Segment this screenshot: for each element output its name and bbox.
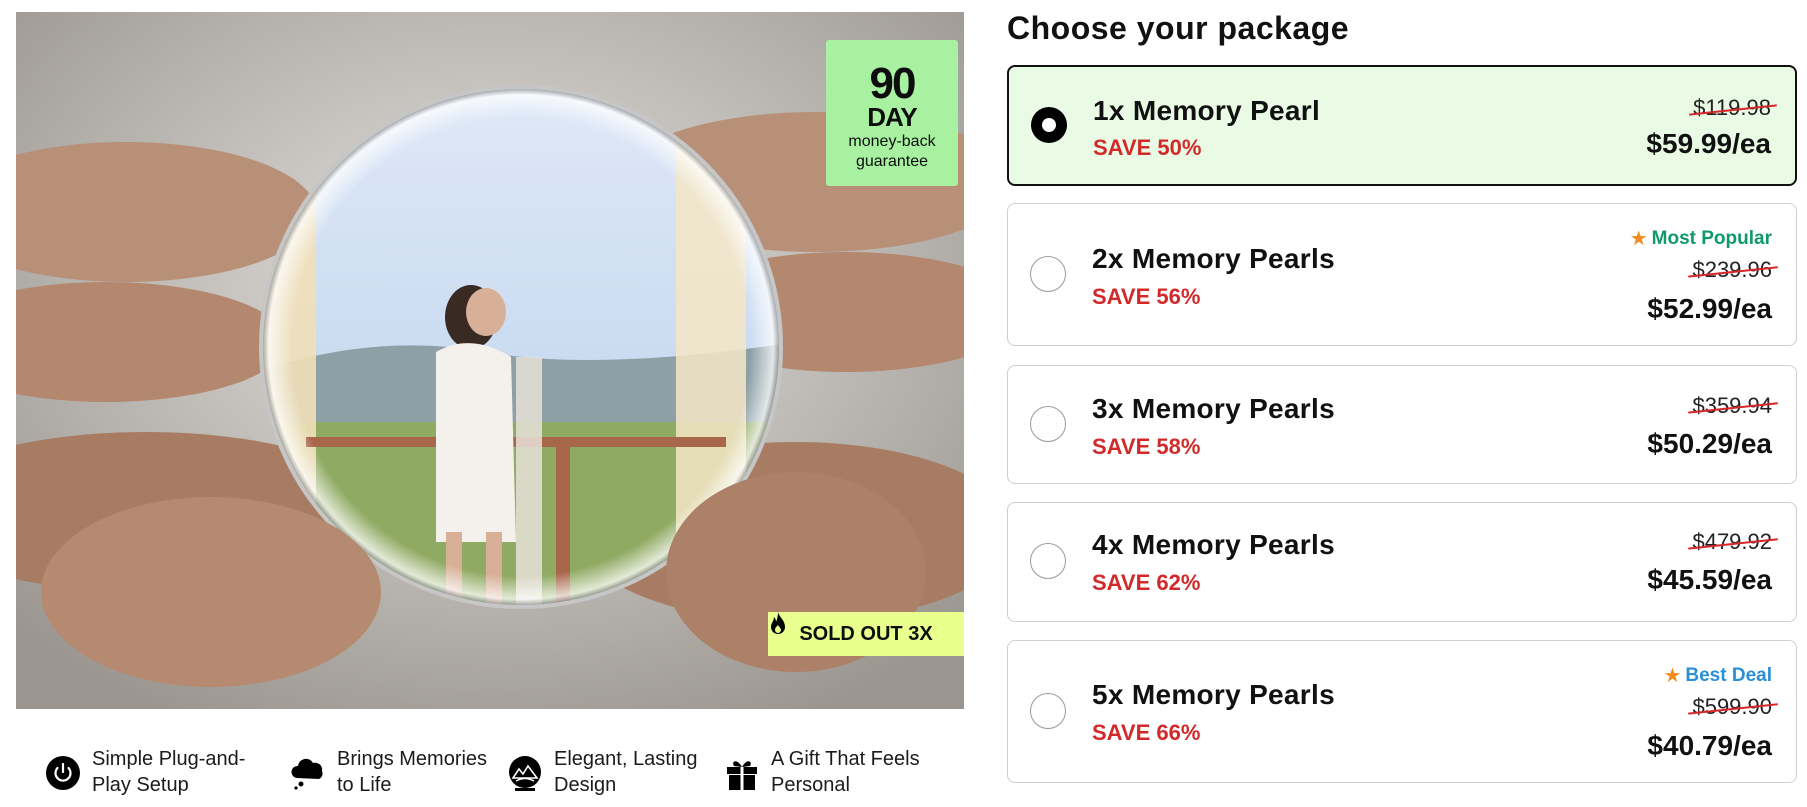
guarantee-line-2: guarantee: [855, 153, 929, 170]
star-icon: ★: [1629, 228, 1648, 250]
guarantee-badge: 90 DAY money-back guarantee: [826, 40, 958, 186]
radio-button[interactable]: [1030, 256, 1066, 292]
package-title: Choose your package: [1007, 10, 1350, 46]
gift-icon: [727, 761, 757, 790]
package-name: 4x Memory Pearls: [1092, 529, 1335, 560]
package-name: 2x Memory Pearls: [1092, 243, 1335, 274]
flame-icon: [771, 612, 785, 634]
best-deal-badge: ★ Best Deal: [1663, 663, 1772, 688]
package-option-2[interactable]: 2x Memory Pearls SAVE 56% ★ Most Popular…: [1007, 203, 1797, 346]
package-old-price: $119.98: [1693, 95, 1771, 120]
star-icon: ★: [1663, 665, 1682, 687]
package-save: SAVE 62%: [1092, 570, 1201, 595]
feature-item: Simple Plug-and-Play Setup: [44, 746, 289, 798]
sold-out-badge: SOLD OUT 3X: [768, 612, 964, 656]
package-save: SAVE 58%: [1092, 434, 1201, 459]
globe-landscape-icon: [509, 756, 541, 791]
package-option-1[interactable]: 1x Memory Pearl SAVE 50% $119.98 $59.99/…: [1007, 65, 1797, 186]
package-price: $40.79/ea: [1647, 730, 1772, 761]
most-popular-badge: ★ Most Popular: [1630, 226, 1772, 251]
package-old-price: $359.94: [1692, 393, 1772, 418]
package-name: 1x Memory Pearl: [1093, 95, 1321, 126]
power-icon: [46, 756, 80, 790]
radio-button[interactable]: [1031, 107, 1067, 143]
guarantee-line-1: money-back: [848, 133, 936, 150]
radio-button[interactable]: [1030, 693, 1066, 729]
package-save: SAVE 66%: [1092, 720, 1201, 745]
package-save: SAVE 56%: [1092, 284, 1201, 309]
feature-label: Elegant, Lasting Design: [554, 748, 698, 796]
package-save: SAVE 50%: [1093, 135, 1202, 160]
package-old-price: $479.92: [1692, 529, 1772, 554]
badge-label: Best Deal: [1685, 664, 1772, 686]
memory-pearl-photo: [16, 12, 964, 709]
product-image: 90 DAY money-back guarantee SOLD OUT 3X: [16, 12, 964, 709]
package-price: $50.29/ea: [1647, 428, 1772, 459]
cloud-icon: [291, 758, 323, 790]
feature-label: Brings Memories to Life: [337, 748, 488, 796]
package-price: $45.59/ea: [1647, 564, 1772, 595]
sold-out-text: SOLD OUT 3X: [799, 622, 933, 645]
package-old-price: $599.90: [1692, 694, 1772, 719]
package-old-price: $239.96: [1692, 257, 1772, 282]
feature-item: Brings Memories to Life: [289, 746, 506, 798]
badge-label: Most Popular: [1651, 227, 1772, 249]
guarantee-number: 90: [869, 59, 917, 108]
package-option-3[interactable]: 3x Memory Pearls SAVE 58% $359.94 $50.29…: [1007, 365, 1797, 484]
package-name: 3x Memory Pearls: [1092, 393, 1335, 424]
feature-item: A Gift That Feels Personal: [723, 746, 933, 798]
package-name: 5x Memory Pearls: [1092, 679, 1335, 710]
package-price: $52.99/ea: [1647, 293, 1772, 324]
feature-item: Elegant, Lasting Design: [506, 746, 723, 798]
package-option-4[interactable]: 4x Memory Pearls SAVE 62% $479.92 $45.59…: [1007, 502, 1797, 622]
feature-label: A Gift That Feels Personal: [771, 748, 920, 796]
radio-button[interactable]: [1030, 543, 1066, 579]
package-price: $59.99/ea: [1646, 128, 1771, 159]
package-option-5[interactable]: 5x Memory Pearls SAVE 66% ★ Best Deal $5…: [1007, 640, 1797, 783]
feature-label: Simple Plug-and-Play Setup: [92, 748, 246, 796]
feature-list: Simple Plug-and-Play Setup Brings Memori…: [44, 746, 933, 798]
radio-button[interactable]: [1030, 406, 1066, 442]
guarantee-day: DAY: [867, 102, 918, 132]
